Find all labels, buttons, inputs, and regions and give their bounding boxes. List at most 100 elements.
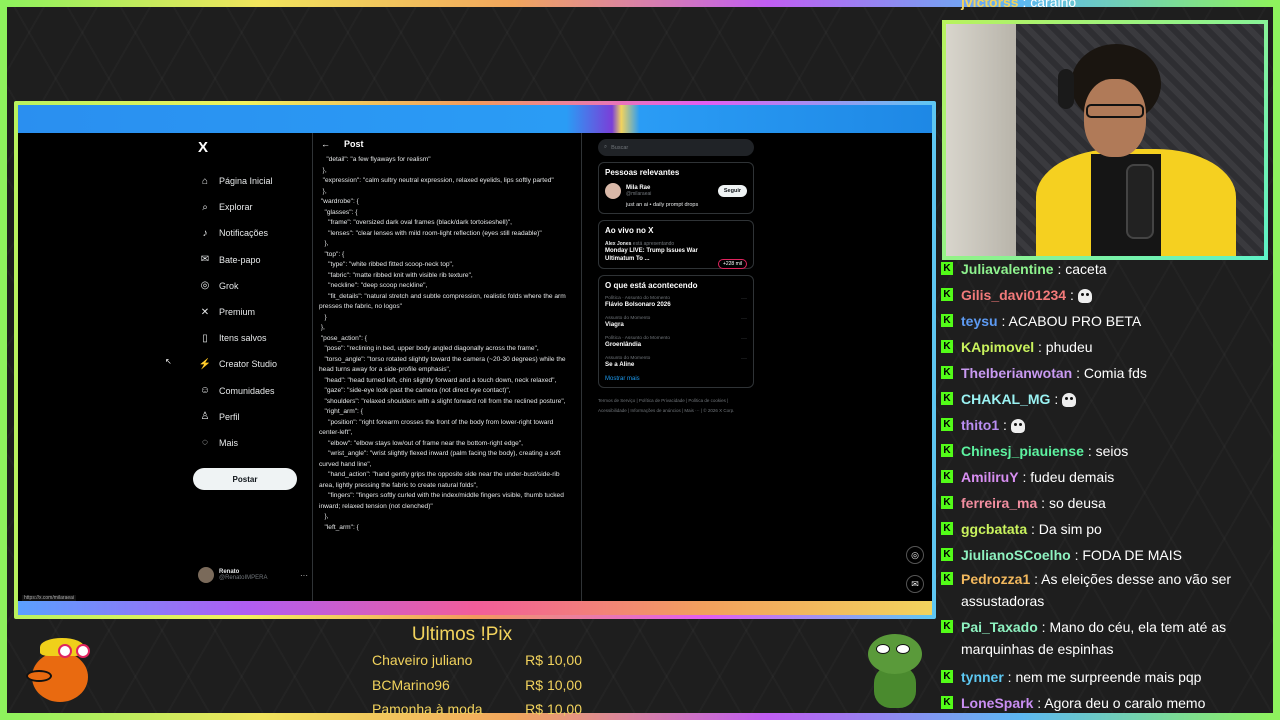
nav-item-bookmark[interactable]: ▯ Itens salvos bbox=[193, 325, 318, 351]
nav-item-person[interactable]: ♙ Perfil bbox=[193, 404, 318, 430]
nav-item-label: Perfil bbox=[219, 411, 240, 422]
x-right-sidebar: ⌕ Buscar Pessoas relevantes Mila Rae @mi… bbox=[598, 139, 754, 416]
nav-item-mail[interactable]: ✉ Bate-papo bbox=[193, 247, 318, 273]
chat-message: K Gilis_davi01234 : bbox=[941, 282, 1271, 308]
chat-username[interactable]: CHAKAL_MG bbox=[961, 391, 1050, 407]
bookmark-icon: ▯ bbox=[202, 332, 208, 344]
chat-message: K TheIberianwotan : Comia fds bbox=[941, 360, 1271, 386]
chat-username[interactable]: ferreira_ma bbox=[961, 495, 1037, 511]
trend-item[interactable]: Assunto do Momento Se a Aline ··· bbox=[605, 356, 747, 368]
pix-amount: R$ 10,00 bbox=[525, 652, 582, 668]
grok-icon[interactable]: ◎ bbox=[906, 546, 924, 564]
nav-item-bolt[interactable]: ⚡ Creator Studio bbox=[193, 351, 318, 377]
account-switcher[interactable]: Renato @RenatoIMPERA ··· bbox=[198, 567, 308, 583]
duck-mascot-emote bbox=[22, 632, 100, 710]
chat-text: phudeu bbox=[1045, 339, 1093, 355]
show-more-link[interactable]: Mostrar mais bbox=[605, 376, 747, 382]
search-placeholder: Buscar bbox=[611, 144, 629, 151]
chat-username: jvictorss bbox=[961, 0, 1019, 10]
grok-icon: ◎ bbox=[200, 280, 210, 292]
chat-username[interactable]: TheIberianwotan bbox=[961, 365, 1072, 381]
more-icon[interactable]: ··· bbox=[741, 356, 747, 368]
pix-list: Chaveiro juliano R$ 10,00 BCMarino96 R$ 10,… bbox=[372, 648, 582, 720]
webcam-feed bbox=[946, 24, 1264, 256]
live-card[interactable]: Ao vivo no X Alex Jones está apresentand… bbox=[598, 220, 754, 269]
chat-username[interactable]: LoneSpark bbox=[961, 695, 1033, 711]
person-row[interactable]: Mila Rae @milaraeai Seguir bbox=[605, 183, 747, 199]
nav-item-label: Explorar bbox=[219, 202, 253, 213]
webcam-frame bbox=[942, 20, 1268, 260]
ghost-emote-icon bbox=[1077, 289, 1092, 304]
chat-username[interactable]: Gilis_davi01234 bbox=[961, 287, 1066, 303]
x-logo[interactable]: X bbox=[198, 139, 318, 156]
card-title: Pessoas relevantes bbox=[605, 168, 680, 177]
account-handle: @RenatoIMPERA bbox=[219, 575, 268, 581]
post-button[interactable]: Postar bbox=[193, 468, 297, 491]
chat-message: K CHAKAL_MG : bbox=[941, 386, 1271, 412]
kick-badge-icon: K bbox=[941, 522, 953, 535]
nav-item-grok[interactable]: ◎ Grok bbox=[193, 273, 318, 299]
nav-item-label: Comunidades bbox=[219, 385, 275, 396]
trend-item[interactable]: Política · Assunto do Momento Groenlândia… bbox=[605, 336, 747, 348]
chat-username[interactable]: Chinesj_piauiense bbox=[961, 443, 1084, 459]
chat-username[interactable]: teysu bbox=[961, 313, 998, 329]
relevant-people-card: Pessoas relevantes Mila Rae @milaraeai S… bbox=[598, 162, 754, 214]
more-icon: ··· bbox=[300, 570, 308, 580]
trend-item[interactable]: Política · Assunto do Momento Flávio Bols… bbox=[605, 296, 747, 308]
screen-capture-frame: X ⌂ Página Inicial ⌕ Explorar ♪ Notificações ✉… bbox=[14, 101, 936, 619]
pix-donor: Chaveiro juliano bbox=[372, 652, 473, 668]
nav-item-x-premium[interactable]: ✕ Premium bbox=[193, 299, 318, 325]
card-title: O que está acontecendo bbox=[605, 281, 698, 290]
chat-text: Agora deu o caralo memo bbox=[1044, 695, 1206, 711]
chat-username[interactable]: Pai_Taxado bbox=[961, 619, 1038, 635]
trend-name: Flávio Bolsonaro 2026 bbox=[605, 301, 671, 308]
nav-item-home[interactable]: ⌂ Página Inicial bbox=[193, 168, 318, 194]
chat-username[interactable]: Juliavalentine bbox=[961, 261, 1054, 277]
chat-username[interactable]: tynner bbox=[961, 669, 1004, 685]
chat-username[interactable]: AmiliruY bbox=[961, 469, 1019, 485]
chat-message: K AmiliruY : fudeu demais bbox=[941, 464, 1271, 490]
chat-username[interactable]: Pedrozza1 bbox=[961, 571, 1030, 587]
streamer-face bbox=[1084, 79, 1146, 157]
chat-text: seios bbox=[1095, 443, 1129, 459]
pepe-emote bbox=[864, 632, 926, 710]
nav-item-people[interactable]: ☺ Comunidades bbox=[193, 378, 318, 404]
chat-message: K Chinesj_piauiense : seios bbox=[941, 438, 1271, 464]
chat-text: Comia fds bbox=[1083, 365, 1147, 381]
post-body-code: "detail": "a few flyaways for realism" }… bbox=[319, 156, 566, 531]
follow-button[interactable]: Seguir bbox=[717, 185, 747, 197]
chat-username[interactable]: KApimovel bbox=[961, 339, 1034, 355]
kick-badge-icon: K bbox=[941, 444, 953, 457]
more-icon[interactable]: ··· bbox=[741, 296, 747, 308]
post-column: ← Post "detail": "a few flyaways for rea… bbox=[312, 133, 582, 601]
chat-text: caralho bbox=[1030, 0, 1077, 10]
nav-item-bell[interactable]: ♪ Notificações bbox=[193, 220, 318, 246]
nav-item-label: Página Inicial bbox=[219, 176, 273, 187]
nav-item-more-circle[interactable]: ◌ Mais bbox=[193, 430, 318, 456]
back-arrow-icon[interactable]: ← bbox=[321, 139, 330, 149]
kick-badge-icon: K bbox=[941, 572, 953, 585]
mail-icon: ✉ bbox=[200, 254, 210, 266]
nav-item-search[interactable]: ⌕ Explorar bbox=[193, 194, 318, 220]
browser-bottom-bar bbox=[18, 601, 932, 615]
chat-username[interactable]: thito1 bbox=[961, 417, 999, 433]
microphone bbox=[1126, 164, 1154, 239]
more-icon[interactable]: ··· bbox=[741, 336, 747, 348]
mouse-cursor-icon: ↖ bbox=[165, 357, 172, 366]
chat-username[interactable]: ggcbatata bbox=[961, 521, 1027, 537]
trend-item[interactable]: Assunto do Momento Viagra ··· bbox=[605, 316, 747, 328]
mail-icon[interactable]: ✉ bbox=[906, 575, 924, 593]
x-premium-icon: ✕ bbox=[200, 306, 210, 318]
bolt-icon: ⚡ bbox=[198, 358, 212, 370]
nav-item-label: Premium bbox=[219, 307, 256, 318]
chat-username[interactable]: JiulianoSCoelho bbox=[961, 547, 1071, 563]
chat-message: Kthito1 : bbox=[941, 412, 1271, 438]
more-icon[interactable]: ··· bbox=[741, 316, 747, 328]
search-input[interactable]: ⌕ Buscar bbox=[598, 139, 754, 156]
post-title: Post bbox=[344, 139, 364, 149]
chat-text: so deusa bbox=[1048, 495, 1106, 511]
x-footer: Termos de Serviço | Política de Privacid… bbox=[598, 398, 735, 413]
search-icon: ⌕ bbox=[604, 144, 608, 150]
post-header: ← Post bbox=[313, 133, 581, 155]
chat-message: K Pai_Taxado : Mano do céu, ela tem até a… bbox=[941, 616, 1271, 664]
